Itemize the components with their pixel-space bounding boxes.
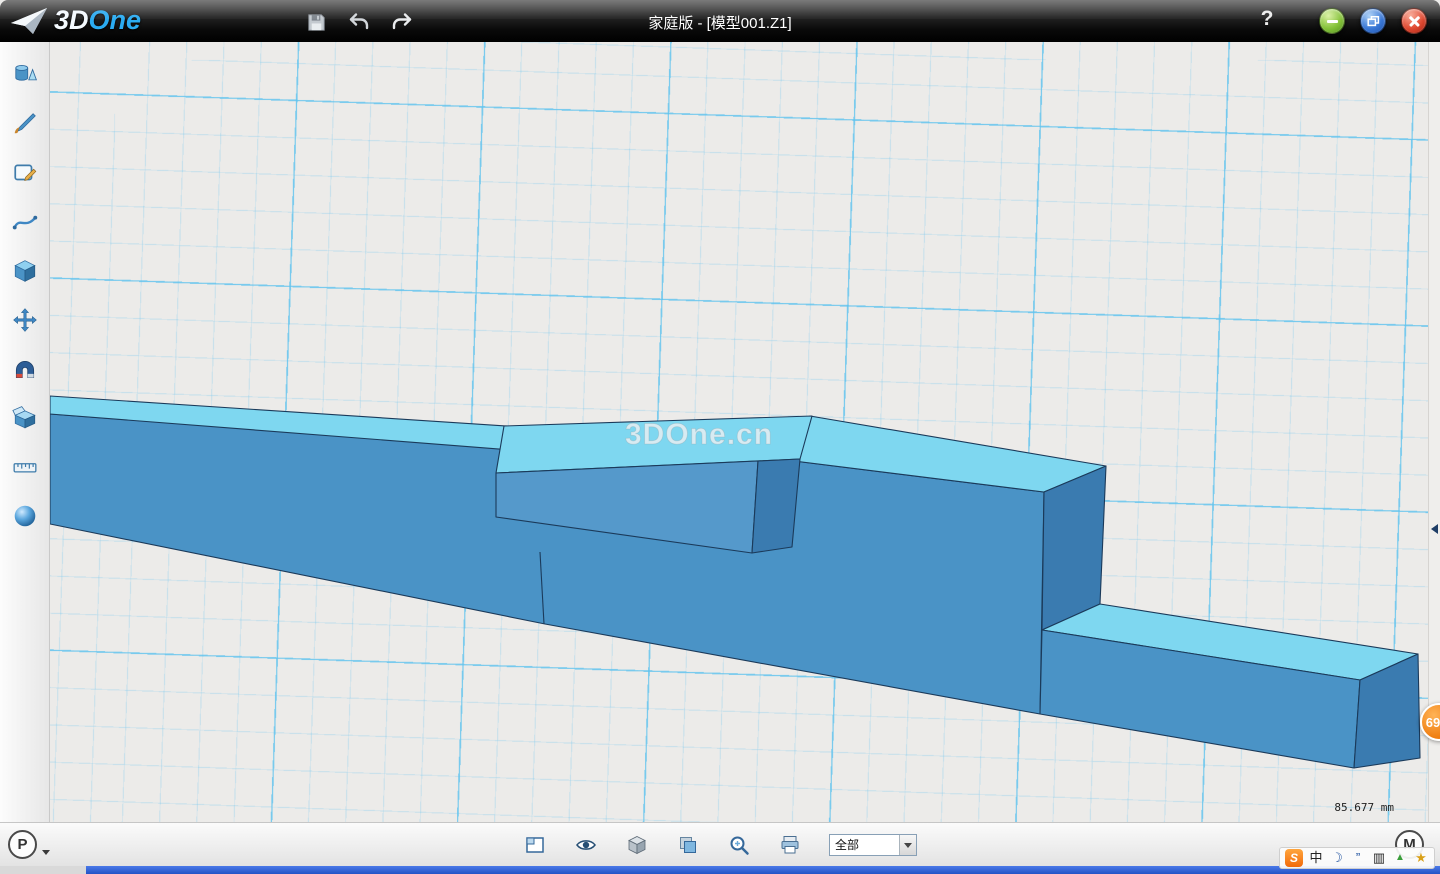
view-plane-icon[interactable] [523, 833, 547, 857]
ime-green-icon[interactable]: ▲ [1392, 849, 1408, 867]
ime-plain-icon[interactable]: ▥ [1371, 849, 1387, 867]
p-dropdown-arrow[interactable] [42, 850, 50, 855]
application-window: 3DOne [0, 0, 1440, 874]
solid-primitives-icon[interactable] [8, 58, 42, 92]
close-icon [1408, 15, 1421, 28]
display-filter-value: 全部 [830, 835, 899, 855]
display-filter-select[interactable]: 全部 [829, 834, 917, 856]
app-logo: 3DOne [10, 5, 141, 36]
brand-text: 3DOne [54, 5, 141, 36]
help-icon[interactable]: ? [1254, 7, 1280, 31]
bottom-toolbar: P [0, 822, 1440, 866]
special-shape-icon[interactable] [8, 401, 42, 435]
view-tools: 全部 [523, 823, 917, 867]
ime-blue-icon[interactable]: ☽ [1329, 849, 1345, 867]
titlebar-tools [303, 9, 415, 35]
ime-gold-icon[interactable]: ★ [1413, 849, 1429, 867]
window-title: 家庭版 - [模型001.Z1] [648, 12, 791, 33]
print-icon[interactable] [778, 833, 802, 857]
save-icon[interactable] [303, 9, 329, 35]
zoom-search-icon[interactable] [727, 833, 751, 857]
viewport-canvas[interactable]: 3DOne.cn 85.677 mm [50, 42, 1428, 822]
titlebar: 3DOne [0, 0, 1440, 42]
sketch-brush-icon[interactable] [8, 107, 42, 141]
redo-icon[interactable] [389, 9, 415, 35]
paper-plane-icon [10, 6, 48, 36]
close-button[interactable] [1401, 8, 1427, 34]
ime-blue-icon[interactable]: ” [1350, 849, 1366, 867]
model-3d: 3DOne.cn [50, 42, 1428, 822]
display-cube-icon[interactable] [625, 833, 649, 857]
restore-button[interactable] [1360, 8, 1386, 34]
display-filter-dropdown-button[interactable] [899, 835, 916, 855]
sketch-plane-icon[interactable] [8, 156, 42, 190]
magnet-assembly-icon[interactable] [8, 352, 42, 386]
material-sphere-icon[interactable] [8, 499, 42, 533]
canvas-watermark: 3DOne.cn [625, 418, 773, 451]
minimize-icon [1327, 20, 1338, 23]
visibility-eye-icon[interactable] [574, 833, 598, 857]
model-face-block-right[interactable] [752, 459, 800, 553]
curve-edit-icon[interactable] [8, 205, 42, 239]
window-controls [1319, 8, 1427, 34]
minimize-button[interactable] [1319, 8, 1345, 34]
ime-plain-icon[interactable]: 中 [1308, 849, 1324, 867]
window-corner [0, 866, 86, 874]
move-transform-icon[interactable] [8, 303, 42, 337]
chevron-down-icon [904, 843, 912, 848]
measure-ruler-icon[interactable] [8, 450, 42, 484]
layers-icon[interactable] [676, 833, 700, 857]
undo-icon[interactable] [346, 9, 372, 35]
ime-sogou-icon[interactable]: S [1285, 849, 1303, 867]
ime-language-bar: S中 ☽ ” ▥ ▲ ★ [1279, 847, 1435, 869]
p-menu-button[interactable]: P [8, 830, 37, 859]
grid-scale-label: 85.677 mm [1334, 801, 1394, 814]
restore-icon [1367, 15, 1380, 28]
taskbar-strip [0, 866, 1440, 874]
taskbar-sliver [86, 866, 1440, 874]
feature-cube-icon[interactable] [8, 254, 42, 288]
left-toolbar [0, 42, 50, 822]
collapse-panel-arrow[interactable] [1431, 524, 1438, 534]
